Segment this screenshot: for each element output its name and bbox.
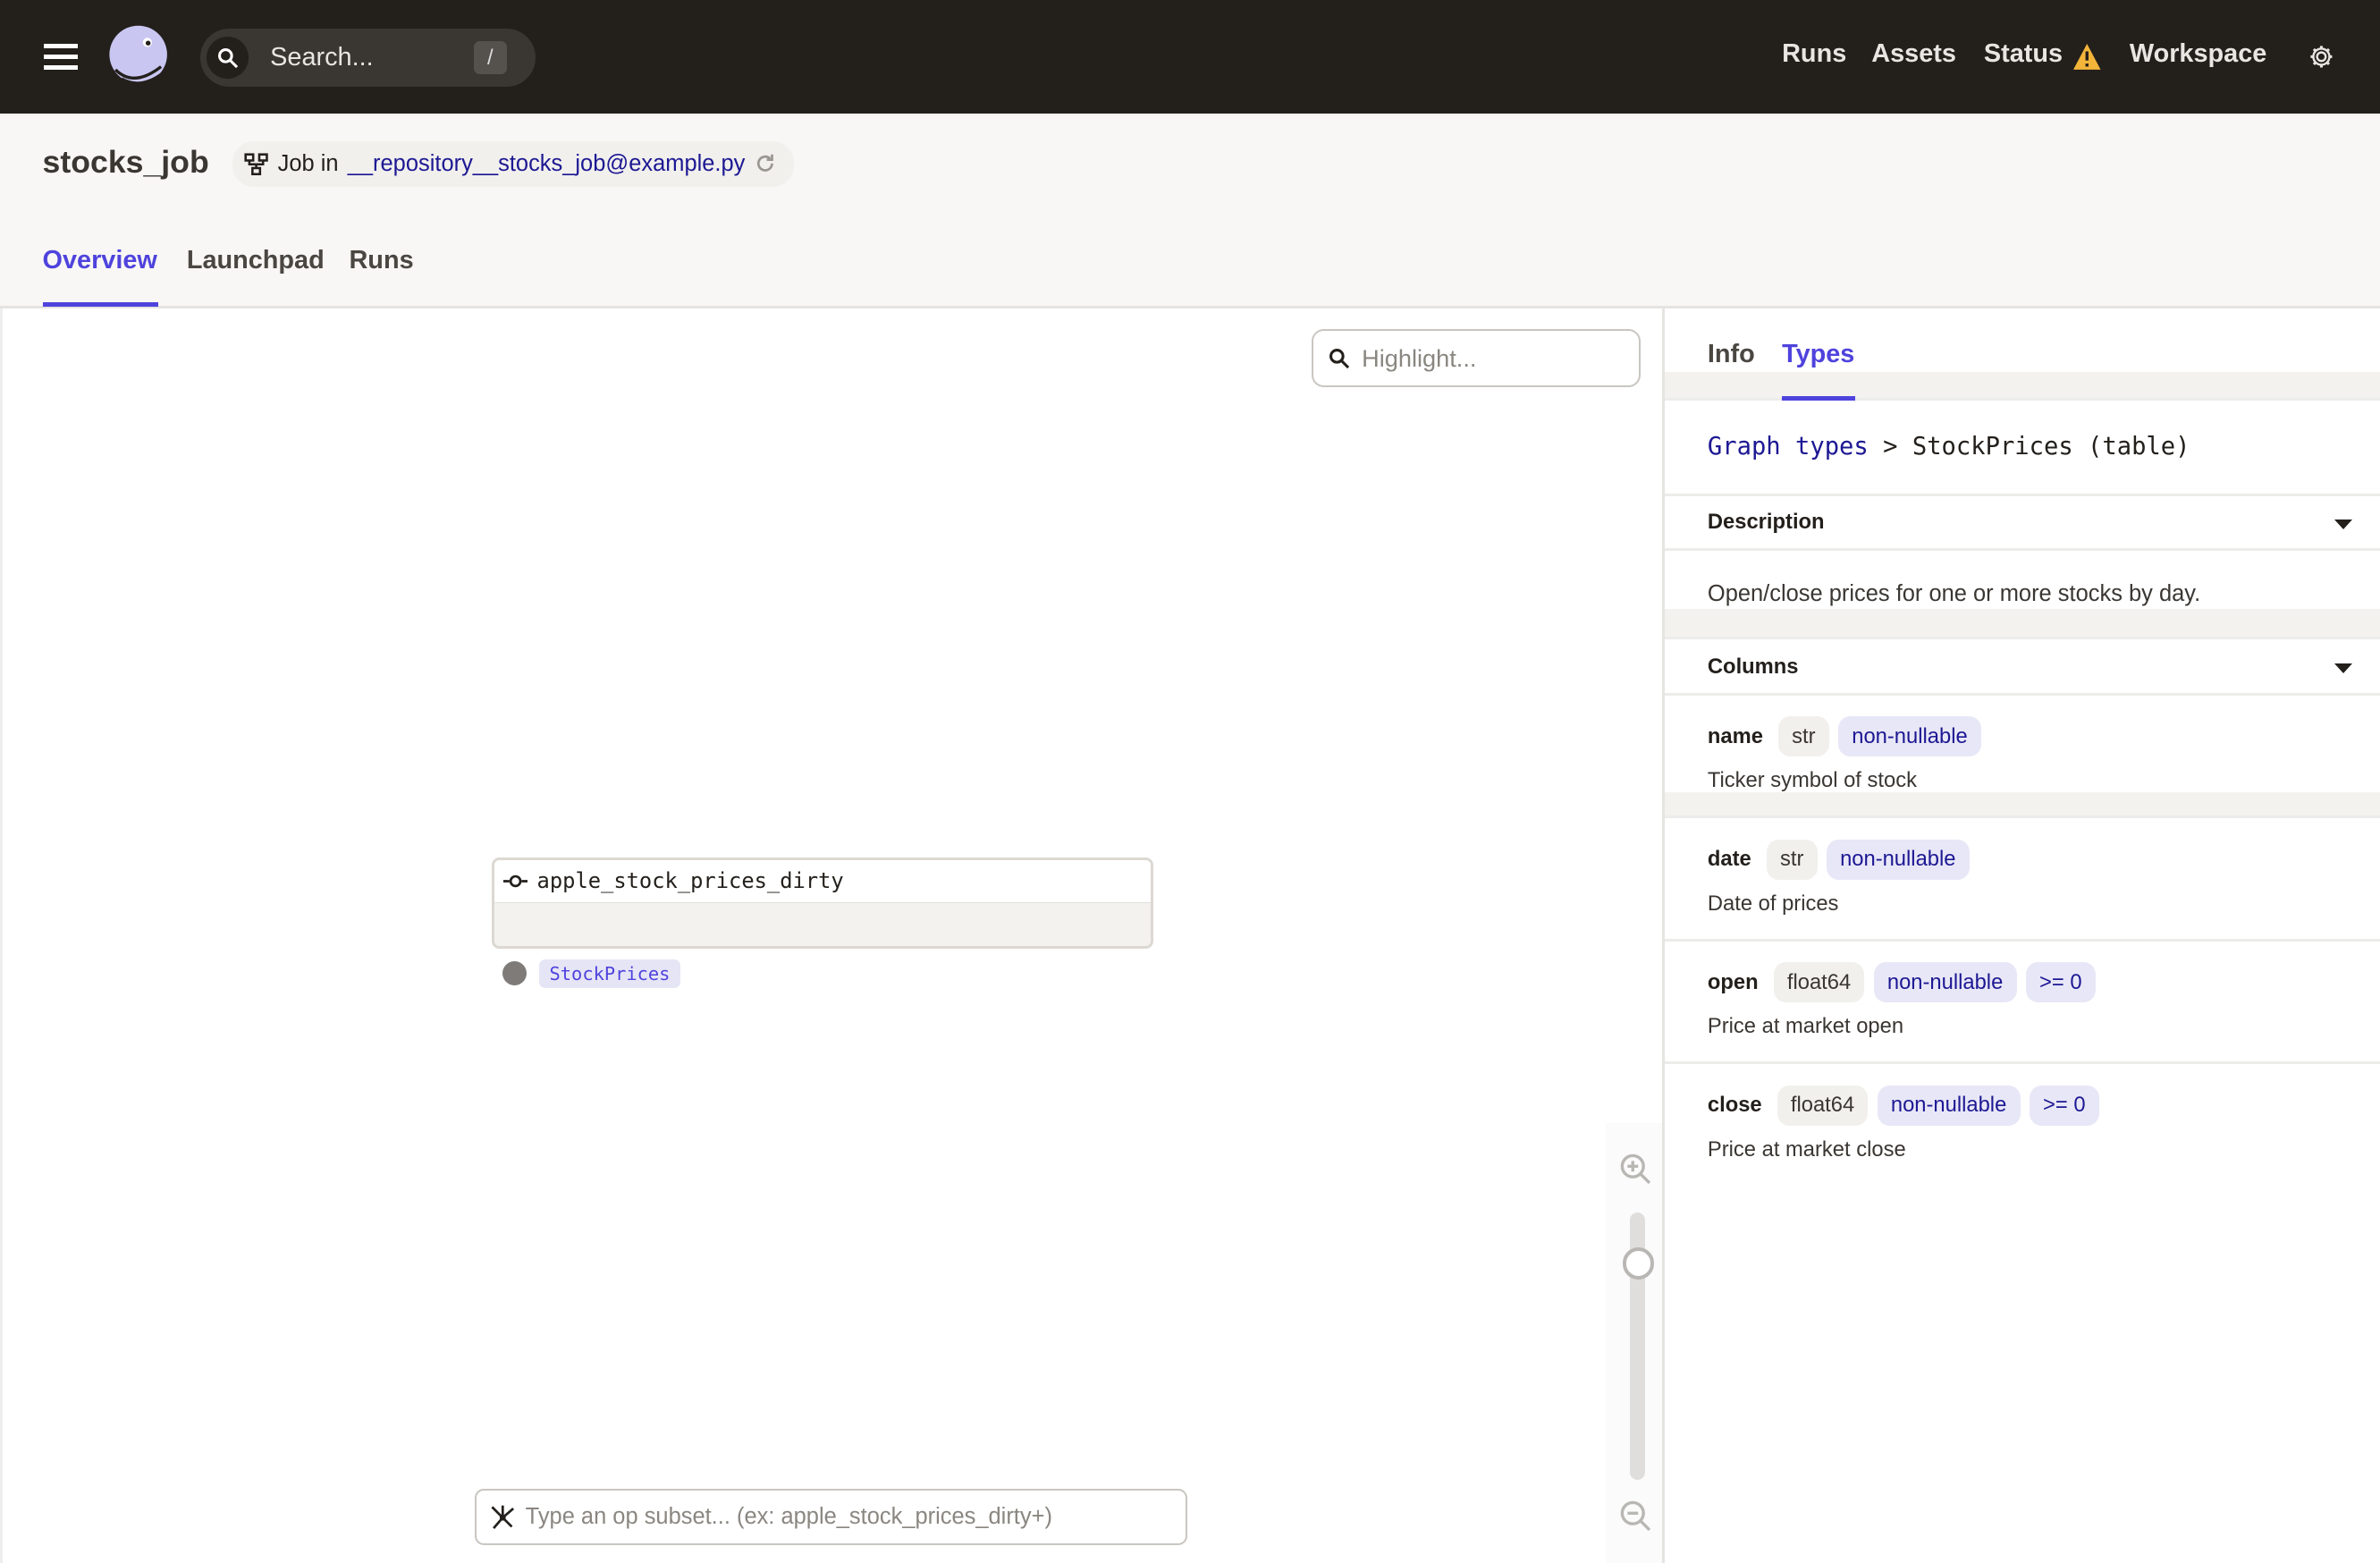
sidebar-tabs-divider [1665, 369, 2380, 401]
op-subset-input[interactable]: Type an op subset... (ex: apple_stock_pr… [475, 1489, 1187, 1546]
constraint-tag: non-nullable [1877, 1085, 2021, 1126]
op-selector-icon [491, 1505, 514, 1529]
breadcrumb-current: StockPrices (table) [1912, 432, 2190, 460]
constraint-tag: non-nullable [1873, 962, 2017, 1003]
column-name: name [1707, 723, 1763, 748]
job-graph-icon [244, 153, 269, 175]
column-row: name str non-nullable [1707, 716, 1981, 757]
constraint-tag: >= 0 [2029, 1085, 2099, 1126]
divider [1665, 470, 2380, 497]
column-row: close float64 non-nullable >= 0 [1707, 1085, 2099, 1126]
divider [1665, 524, 2380, 552]
gear-icon[interactable] [2308, 44, 2334, 70]
divider [1665, 668, 2380, 696]
op-node[interactable]: apple_stock_prices_dirty [492, 858, 1154, 950]
column-name: close [1707, 1093, 1762, 1118]
breadcrumb-link[interactable]: Graph types [1708, 433, 1869, 460]
global-search[interactable]: Search... / [200, 29, 536, 87]
active-tab-indicator [42, 301, 158, 307]
column-type: str [1766, 839, 1818, 880]
highlight-input[interactable]: Highlight... [1311, 329, 1642, 387]
column-row: open float64 non-nullable >= 0 [1707, 962, 2096, 1003]
reload-icon[interactable] [755, 153, 776, 174]
nav-status[interactable]: Status [1984, 39, 2063, 69]
search-icon [206, 36, 249, 80]
column-row: date str non-nullable [1707, 839, 1970, 880]
active-tab-indicator [1782, 396, 1855, 401]
search-shortcut: / [473, 40, 508, 75]
zoom-out-icon[interactable] [1619, 1500, 1652, 1533]
output-port[interactable] [502, 960, 527, 985]
nav-runs[interactable]: Runs [1782, 39, 1846, 69]
sidebar-tab-info[interactable]: Info [1708, 340, 1755, 369]
highlight-placeholder: Highlight... [1362, 343, 1477, 372]
section-gap [1665, 608, 2380, 639]
type-description: Open/close prices for one or more stocks… [1707, 581, 2201, 607]
tab-launchpad[interactable]: Launchpad [187, 246, 325, 275]
column-description: Ticker symbol of stock [1707, 768, 1917, 793]
tab-runs[interactable]: Runs [349, 246, 413, 275]
column-name: open [1707, 969, 1759, 994]
output-type-tag[interactable]: StockPrices [538, 959, 681, 989]
column-name: date [1707, 847, 1751, 872]
zoom-in-icon[interactable] [1619, 1153, 1652, 1186]
constraint-tag: non-nullable [1826, 839, 1970, 880]
column-description: Price at market close [1707, 1136, 1906, 1162]
sidebar-tab-types[interactable]: Types [1782, 340, 1854, 369]
search-placeholder: Search... [270, 43, 374, 72]
breadcrumb: Graph types > StockPrices (table) [1708, 433, 2190, 460]
dagster-logo[interactable] [106, 24, 173, 91]
op-subset-placeholder: Type an op subset... (ex: apple_stock_pr… [525, 1504, 1052, 1530]
nav-workspace[interactable]: Workspace [2130, 39, 2266, 69]
constraint-tag: non-nullable [1838, 716, 1981, 757]
column-type: float64 [1773, 962, 1865, 1003]
job-location: Job in __repository__stocks_job@example.… [232, 140, 794, 187]
column-type: float64 [1777, 1085, 1869, 1126]
search-icon [1329, 348, 1349, 368]
page-title: stocks_job [42, 144, 209, 181]
op-name: apple_stock_prices_dirty [536, 868, 844, 894]
top-nav-bar: Search... / Runs Assets Status Workspace [0, 0, 2380, 114]
repository-link[interactable]: __repository__stocks_job@example.py [348, 151, 746, 177]
breadcrumb-separator: > [1883, 432, 1898, 460]
op-icon [503, 874, 528, 888]
row-divider [1665, 911, 2380, 942]
warning-icon [2073, 44, 2101, 71]
job-prefix: Job in [277, 150, 339, 176]
menu-icon[interactable] [44, 44, 78, 71]
column-type: str [1777, 716, 1829, 757]
constraint-tag: >= 0 [2025, 962, 2096, 1003]
nav-assets[interactable]: Assets [1871, 39, 1956, 69]
tab-overview[interactable]: Overview [43, 246, 157, 275]
row-divider [1665, 1034, 2380, 1065]
row-divider [1665, 792, 2380, 819]
